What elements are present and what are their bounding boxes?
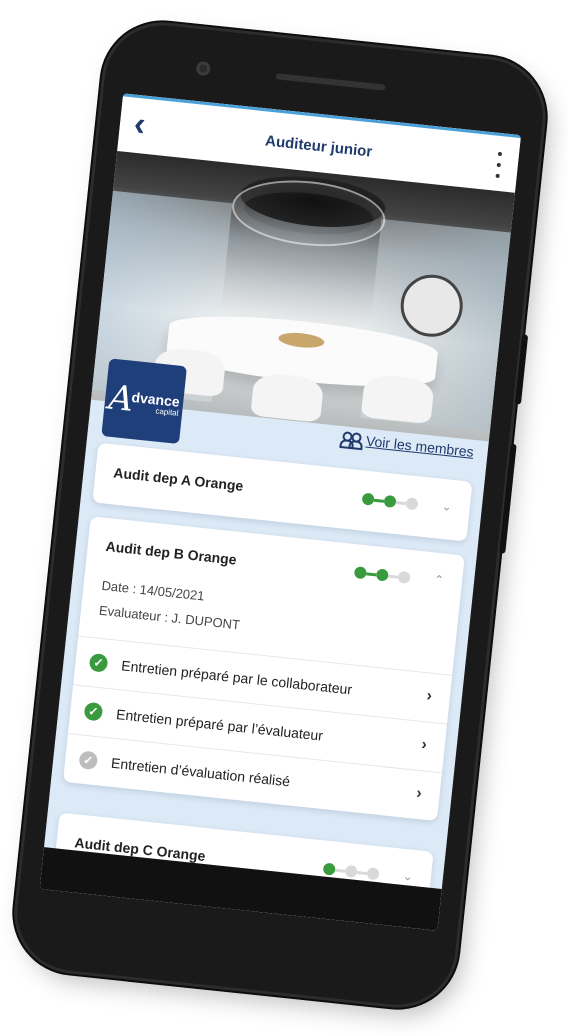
progress-step-done <box>353 566 368 580</box>
task-label: Entretien d’évaluation réalisé <box>110 754 291 790</box>
more-options-button[interactable] <box>492 151 505 179</box>
progress-bar-pending <box>388 574 399 579</box>
chevron-right-icon: › <box>415 784 423 803</box>
more-vertical-icon-dot <box>496 162 501 168</box>
audit-card-title: Audit dep B Orange <box>104 538 238 568</box>
audit-card-title: Audit dep A Orange <box>112 464 245 494</box>
phone-frame: ‹ Auditeur junior A dvance capital Voir … <box>11 19 549 1011</box>
check-circle-pending-icon: ✓ <box>78 750 99 771</box>
progress-bar-done <box>366 571 377 576</box>
progress-bar-pending <box>395 500 407 505</box>
more-vertical-icon-dot <box>495 173 500 179</box>
task-label: Entretien préparé par le collaborateur <box>120 657 353 698</box>
audit-progress <box>353 566 411 584</box>
chevron-down-icon[interactable]: ⌄ <box>441 499 452 514</box>
audit-card-b[interactable]: Audit dep B Orange ⌃ Date : 14/05/2021 E… <box>62 516 465 822</box>
progress-step-pending <box>344 864 358 878</box>
company-logo: A dvance capital <box>101 358 188 445</box>
people-icon <box>339 431 364 451</box>
app-screen: ‹ Auditeur junior A dvance capital Voir … <box>39 93 522 931</box>
progress-step-pending <box>366 867 380 881</box>
front-camera <box>195 60 211 77</box>
progress-bar-pending <box>335 868 346 873</box>
volume-button <box>499 443 517 554</box>
progress-step-done <box>361 492 375 506</box>
progress-step-done <box>383 494 397 509</box>
progress-bar-done <box>373 498 385 503</box>
chevron-right-icon: › <box>420 736 428 754</box>
earpiece-speaker <box>275 73 386 91</box>
chevron-down-icon[interactable]: ⌄ <box>402 869 413 884</box>
more-vertical-icon <box>497 151 503 157</box>
task-label: Entretien préparé par l’évaluateur <box>115 706 324 744</box>
progress-bar-pending <box>356 870 368 875</box>
progress-step-pending <box>397 570 411 584</box>
progress-step-pending <box>405 497 419 511</box>
progress-step-done <box>322 862 336 876</box>
audit-progress <box>361 492 419 511</box>
check-circle-icon: ✓ <box>88 652 109 673</box>
hero-ceiling-lamp <box>228 173 389 254</box>
power-button <box>514 334 529 405</box>
back-button[interactable]: ‹ <box>132 105 161 144</box>
check-circle-icon: ✓ <box>83 701 104 722</box>
progress-step-done <box>375 568 389 582</box>
chevron-left-icon: ‹ <box>132 104 148 144</box>
logo-sub: capital <box>155 406 179 418</box>
chevron-up-icon[interactable]: ⌃ <box>433 572 444 587</box>
page-title: Auditeur junior <box>264 131 374 161</box>
chevron-right-icon: › <box>425 687 433 705</box>
